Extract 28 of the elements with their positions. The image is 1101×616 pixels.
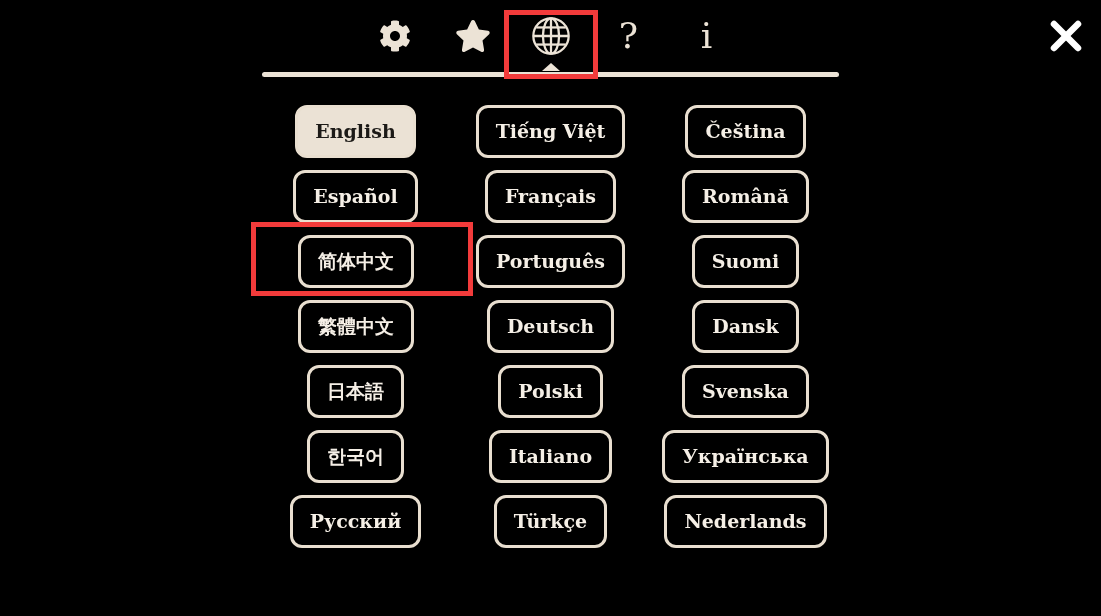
language-button[interactable]: Español: [293, 170, 418, 223]
help-tab[interactable]: ?: [598, 16, 659, 72]
globe-icon: [531, 17, 570, 55]
language-button[interactable]: Русский: [289, 495, 422, 548]
language-button[interactable]: Deutsch: [486, 300, 615, 353]
language-button[interactable]: Polski: [498, 365, 603, 418]
gear-icon: [378, 20, 411, 52]
language-button[interactable]: Čeština: [685, 105, 806, 158]
language-button[interactable]: Français: [484, 170, 617, 223]
language-button[interactable]: Українська: [662, 430, 829, 483]
language-button[interactable]: 日本語: [307, 365, 404, 418]
language-button[interactable]: 한국어: [307, 430, 404, 483]
close-button[interactable]: [1048, 18, 1084, 54]
language-button[interactable]: Dansk: [692, 300, 799, 353]
star-icon: [454, 18, 491, 54]
close-icon: [1050, 20, 1082, 52]
language-button[interactable]: Svenska: [682, 365, 809, 418]
language-button[interactable]: English: [295, 105, 416, 158]
language-button[interactable]: Română: [682, 170, 809, 223]
info-tab[interactable]: i: [676, 16, 737, 72]
language-button[interactable]: Türkçe: [493, 495, 608, 548]
language-button[interactable]: Nederlands: [664, 495, 827, 548]
language-button[interactable]: Suomi: [691, 235, 800, 288]
language-button[interactable]: 简体中文: [297, 235, 414, 288]
language-button[interactable]: Tiếng Việt: [475, 105, 626, 158]
language-button[interactable]: Português: [476, 235, 625, 288]
language-button[interactable]: 繁體中文: [297, 300, 414, 353]
language-button[interactable]: Italiano: [488, 430, 613, 483]
